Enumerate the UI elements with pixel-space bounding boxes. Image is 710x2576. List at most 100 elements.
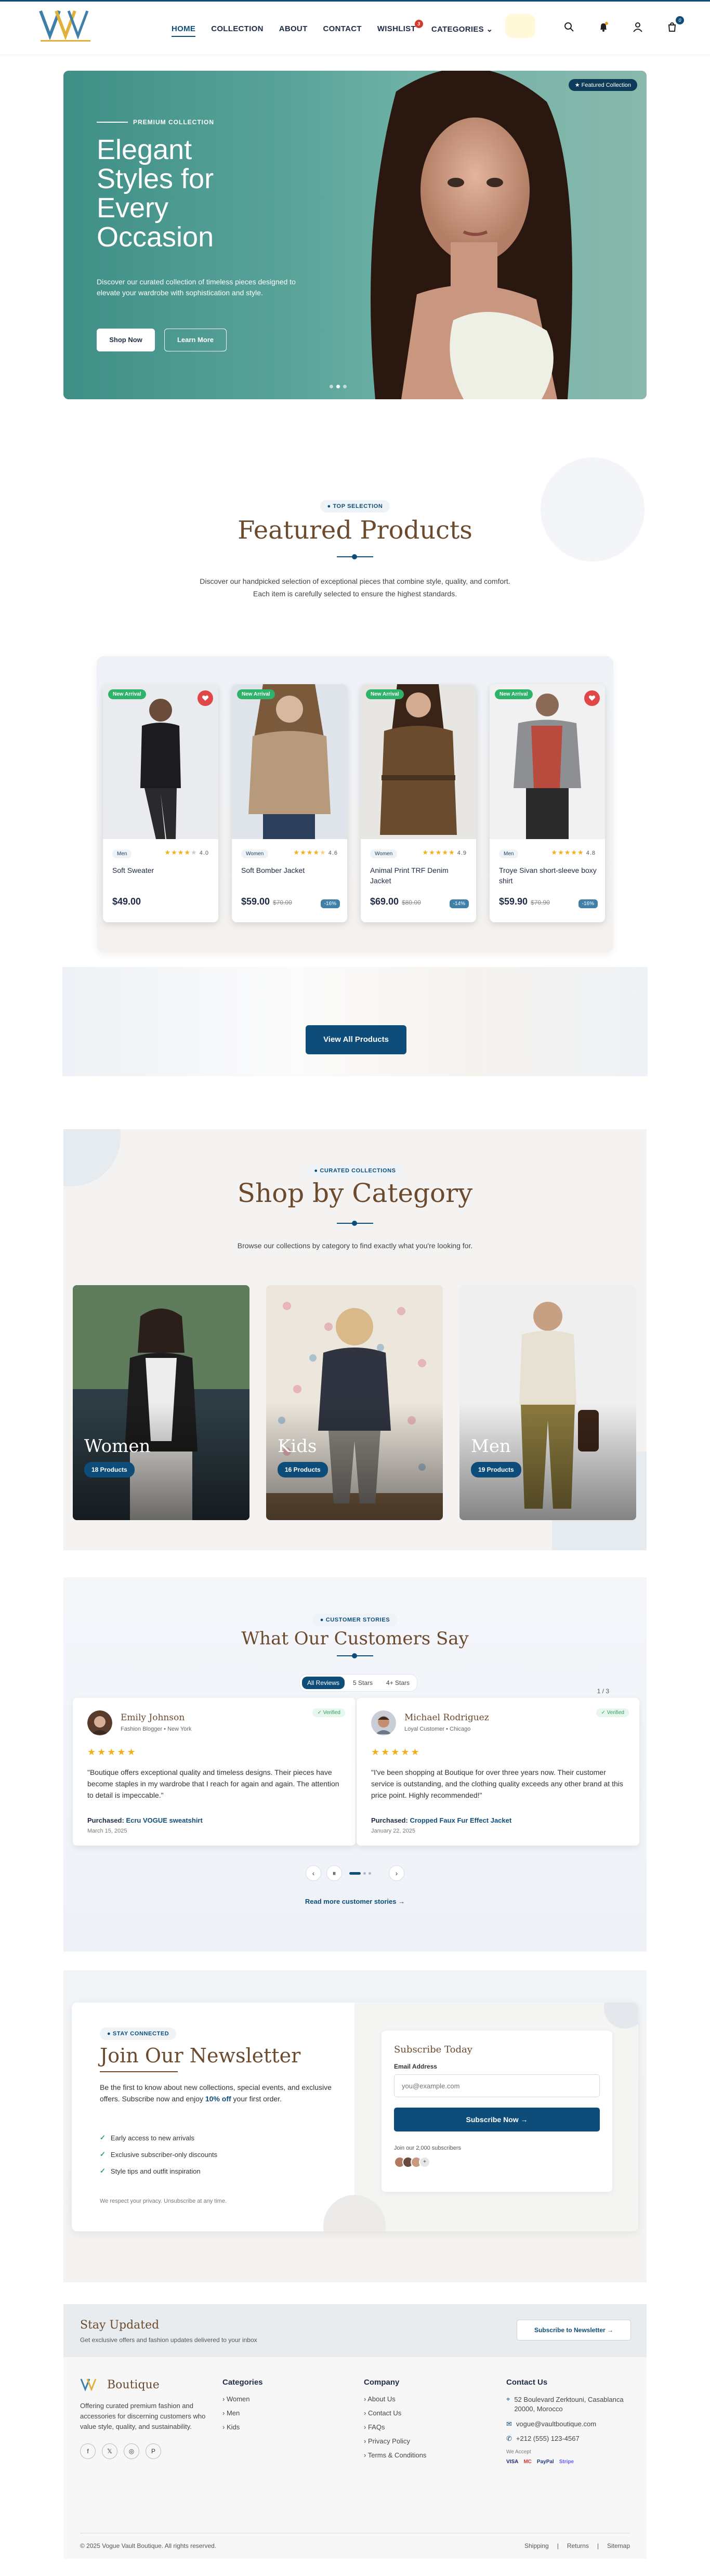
tab-all-reviews[interactable]: All Reviews [302, 1677, 345, 1689]
footer-link[interactable]: › Privacy Policy [364, 2437, 426, 2445]
pagination-dot[interactable] [363, 1872, 366, 1875]
category-image [266, 1285, 443, 1520]
chevron-down-icon: ⌄ [486, 25, 493, 34]
perk-item: ✓ Exclusive subscriber-only discounts [100, 2150, 217, 2159]
category-card-women[interactable]: Women 18 Products [73, 1285, 249, 1520]
product-category-tag: Men [499, 849, 519, 858]
check-icon: ✓ [100, 2134, 106, 2141]
product-category-tag: Women [370, 849, 398, 858]
nav-categories[interactable]: CATEGORIES ⌄ [431, 24, 493, 34]
phone-icon: ✆ [506, 2435, 512, 2442]
product-name[interactable]: Animal Print TRF Denim Jacket [370, 865, 469, 886]
subscribe-now-button[interactable]: Subscribe Now → [394, 2108, 600, 2132]
footer-logo[interactable]: Boutique [80, 2378, 210, 2391]
product-price: $59.90 $70.90 [499, 896, 550, 907]
price-old: $70.00 [273, 899, 292, 906]
footer-subscribe-button[interactable]: Subscribe to Newsletter → [517, 2320, 631, 2340]
decorative-circle [604, 2003, 638, 2029]
prev-review-button[interactable]: ‹ [306, 1865, 321, 1881]
footer-link-label: Terms & Conditions [367, 2451, 427, 2459]
product-name[interactable]: Soft Bomber Jacket [241, 865, 340, 875]
review-card: Michael Rodriguez Loyal Customer • Chica… [357, 1698, 639, 1846]
pinterest-icon[interactable]: P [146, 2443, 161, 2459]
instagram-icon[interactable]: ◎ [124, 2443, 139, 2459]
nav-collection[interactable]: COLLECTION [211, 24, 264, 34]
product-card[interactable]: New Arrival Women ★★★★★ 4.9 Animal Print … [361, 684, 476, 922]
product-card[interactable]: New Arrival Men ★★★★★ 4.0 Soft Sweater $4… [103, 684, 218, 922]
footer-link[interactable]: › About Us [364, 2395, 426, 2403]
heart-icon[interactable] [584, 690, 600, 706]
newsletter-pill-wrap: ● STAY CONNECTED [100, 2028, 177, 2040]
footer-link[interactable]: › Terms & Conditions [364, 2451, 426, 2459]
newsletter-form-panel: Subscribe Today Email Address Subscribe … [323, 2003, 638, 2231]
form-title: Subscribe Today [394, 2044, 472, 2055]
phone-text: +212 (555) 123-4567 [516, 2435, 580, 2442]
product-card[interactable]: New Arrival Men ★★★★★ 4.8 Troye Sivan sho… [490, 684, 605, 922]
slider-dot[interactable] [343, 385, 347, 388]
subscribe-label: Subscribe Now [466, 2115, 519, 2124]
shop-now-button[interactable]: Shop Now [97, 329, 155, 351]
search-icon[interactable] [562, 20, 576, 34]
pagination-dot[interactable] [369, 1872, 371, 1875]
footer-link[interactable]: › Men [222, 2409, 263, 2417]
category-card-kids[interactable]: Kids 16 Products [266, 1285, 443, 1520]
next-review-button[interactable]: › [389, 1865, 404, 1881]
more-subscribers-count: + [419, 2156, 430, 2168]
category-count-badge: 18 Products [84, 1462, 135, 1477]
footer-link[interactable]: › Contact Us [364, 2409, 426, 2417]
purchased-label: Purchased: [371, 1816, 408, 1824]
read-more-stories-link[interactable]: Read more customer stories → [63, 1898, 647, 1905]
hero-model-image [371, 71, 572, 399]
pagination-dot-active[interactable] [349, 1872, 361, 1875]
newsletter-description: Be the first to know about new collectio… [100, 2082, 334, 2104]
purchased-product-link[interactable]: Cropped Faux Fur Effect Jacket [410, 1816, 511, 1824]
featured-title: Featured Products [238, 516, 472, 545]
email-field[interactable] [394, 2074, 600, 2097]
bell-icon[interactable] [597, 20, 610, 34]
review-date: January 22, 2025 [371, 1828, 416, 1834]
heart-icon[interactable] [198, 690, 213, 706]
shipping-link[interactable]: Shipping [524, 2542, 549, 2549]
perk-list: ✓ Early access to new arrivals ✓ Exclusive… [100, 2134, 217, 2183]
nav-home[interactable]: HOME [172, 24, 196, 37]
reviewer-name: Emily Johnson [121, 1712, 185, 1723]
review-card: Emily Johnson Fashion Blogger • New York… [73, 1698, 356, 1846]
product-name[interactable]: Soft Sweater [112, 865, 211, 875]
we-accept-label: We Accept [506, 2449, 531, 2455]
testimonials-pill-label: CUSTOMER STORIES [325, 1617, 390, 1623]
pause-icon[interactable]: ⏸ [326, 1865, 342, 1881]
category-name: Women [84, 1436, 151, 1457]
tab-5-stars[interactable]: 5 Stars [348, 1677, 378, 1689]
brand-logo[interactable] [38, 8, 96, 46]
cart-icon[interactable]: 0 [665, 16, 684, 34]
tab-4-plus-stars[interactable]: 4+ Stars [381, 1677, 415, 1689]
twitter-icon[interactable]: 𝕏 [102, 2443, 117, 2459]
product-name[interactable]: Troye Sivan short-sleeve boxy shirt [499, 865, 598, 886]
nav-wishlist-label: WISHLIST [377, 24, 416, 33]
nav-contact[interactable]: CONTACT [323, 24, 362, 34]
sitemap-link[interactable]: Sitemap [607, 2542, 630, 2549]
nav-wishlist[interactable]: WISHLIST 3 [377, 20, 423, 34]
brand-logo [80, 2378, 97, 2391]
contact-email[interactable]: ✉ vogue@vaultboutique.com [506, 2420, 636, 2428]
view-all-products-button[interactable]: View All Products [306, 1025, 406, 1054]
returns-link[interactable]: Returns [567, 2542, 589, 2549]
footer-link[interactable]: › FAQs [364, 2423, 426, 2431]
facebook-icon[interactable]: f [80, 2443, 96, 2459]
learn-more-button[interactable]: Learn More [164, 329, 227, 351]
user-icon[interactable] [631, 20, 645, 34]
hero-banner: ★ Featured Collection PREMIUM COLLECTION… [63, 71, 647, 399]
new-arrival-badge: New Arrival [108, 689, 146, 699]
product-rating: ★★★★★ 4.6 [293, 848, 338, 856]
slider-dot[interactable] [330, 385, 333, 388]
contact-phone[interactable]: ✆ +212 (555) 123-4567 [506, 2435, 636, 2443]
nav-about[interactable]: ABOUT [279, 24, 308, 34]
footer-link[interactable]: › Kids [222, 2423, 263, 2431]
product-card[interactable]: New Arrival Women ★★★★★ 4.6 Soft Bomber J… [232, 684, 347, 922]
footer-link[interactable]: › Women [222, 2395, 263, 2403]
category-card-men[interactable]: Men 19 Products [459, 1285, 636, 1520]
slider-dot-active[interactable] [336, 385, 340, 388]
discount-badge: -16% [320, 899, 340, 908]
newsletter-pill: ● STAY CONNECTED [100, 2028, 177, 2040]
purchased-product-link[interactable]: Ecru VOGUE sweatshirt [126, 1816, 202, 1824]
